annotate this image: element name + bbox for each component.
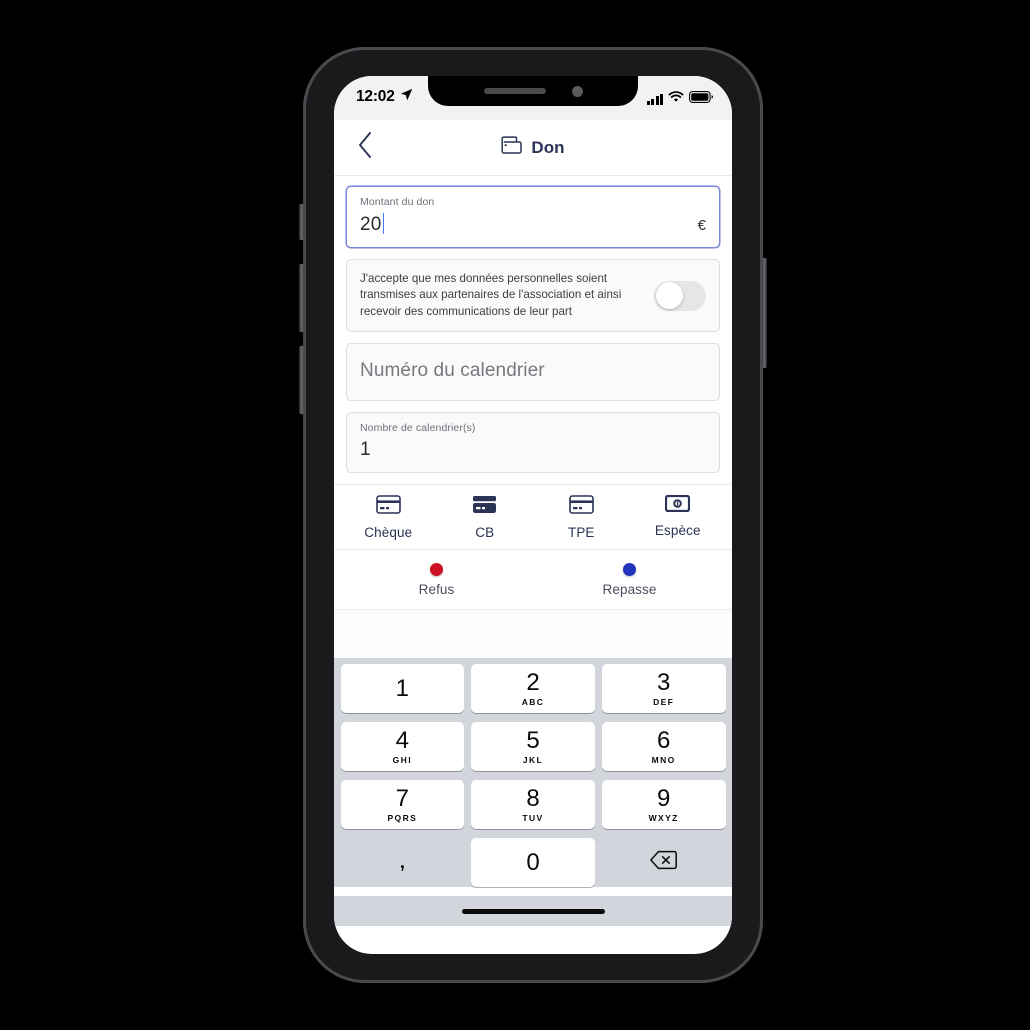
key-digit: 6 bbox=[657, 726, 671, 754]
credit-card-outline-icon bbox=[375, 495, 401, 519]
consent-text: J'accepte que mes données personnelles s… bbox=[360, 272, 622, 318]
power-button[interactable] bbox=[761, 258, 767, 368]
key-comma[interactable]: , bbox=[341, 838, 465, 887]
numeric-keypad: 1 2 ABC 3 DEF 4 GHI 5 JKL 6 MNO 7 PQRS 8… bbox=[334, 658, 732, 888]
amount-input-value: 20 bbox=[360, 214, 382, 235]
silent-switch-button[interactable] bbox=[299, 204, 305, 240]
volume-up-button[interactable] bbox=[299, 264, 305, 332]
chevron-left-icon bbox=[358, 132, 373, 163]
home-indicator-area bbox=[334, 896, 732, 927]
status-bar-right bbox=[646, 88, 715, 108]
key-2[interactable]: 2 ABC bbox=[471, 664, 595, 714]
volume-down-button[interactable] bbox=[299, 346, 305, 414]
action-refus[interactable]: Refus bbox=[340, 563, 533, 597]
key-letters: MNO bbox=[651, 754, 676, 765]
key-digit: 7 bbox=[395, 784, 410, 812]
key-4[interactable]: 4 GHI bbox=[340, 722, 465, 772]
credit-card-filled-icon bbox=[472, 495, 497, 519]
nav-bar: Don bbox=[334, 120, 732, 176]
nav-title-group: Don bbox=[501, 136, 565, 159]
key-1[interactable]: 1 bbox=[340, 664, 465, 714]
status-bar-left: 12:02 bbox=[356, 88, 413, 106]
key-letters: DEF bbox=[653, 696, 675, 707]
key-letters: JKL bbox=[522, 754, 544, 765]
home-indicator[interactable] bbox=[461, 908, 605, 914]
action-label: Refus bbox=[418, 582, 455, 598]
payment-method-row: Chèque CB TPE Espèce bbox=[334, 484, 732, 551]
key-digit: 0 bbox=[526, 848, 540, 876]
payment-method-label: CB bbox=[475, 525, 495, 541]
red-dot-icon bbox=[430, 563, 443, 577]
payment-method-cheque[interactable]: Chèque bbox=[340, 495, 437, 540]
notch bbox=[428, 76, 638, 106]
key-7[interactable]: 7 PQRS bbox=[340, 780, 465, 830]
payment-method-tpe[interactable]: TPE bbox=[533, 495, 630, 540]
currency-suffix: € bbox=[697, 217, 706, 234]
key-digit: 4 bbox=[395, 726, 410, 754]
calendar-count-field[interactable]: Nombre de calendrier(s) 1 bbox=[346, 412, 720, 474]
consent-toggle[interactable] bbox=[654, 280, 706, 311]
key-digit: 9 bbox=[657, 784, 671, 812]
calendar-count-label: Nombre de calendrier(s) bbox=[360, 422, 476, 435]
battery-icon bbox=[689, 90, 714, 108]
key-3[interactable]: 3 DEF bbox=[601, 664, 726, 714]
keypad-row: , 0 bbox=[337, 838, 729, 888]
front-camera bbox=[571, 85, 583, 97]
keypad-row: 7 PQRS 8 TUV 9 WXYZ bbox=[337, 780, 729, 830]
status-action-row: Refus Repasse bbox=[334, 550, 732, 611]
key-letters: PQRS bbox=[387, 812, 418, 823]
action-label: Repasse bbox=[602, 582, 657, 598]
earpiece-speaker bbox=[483, 88, 546, 94]
cellular-signal-icon bbox=[646, 93, 663, 105]
payment-method-label: Espèce bbox=[654, 523, 701, 539]
key-letters: GHI bbox=[392, 754, 412, 765]
keypad-row: 4 GHI 5 JKL 6 MNO bbox=[337, 722, 729, 772]
payment-method-cb[interactable]: CB bbox=[437, 495, 534, 540]
payment-method-espece[interactable]: Espèce bbox=[630, 495, 727, 540]
key-0[interactable]: 0 bbox=[471, 838, 595, 888]
payment-method-label: TPE bbox=[567, 525, 595, 541]
payment-method-label: Chèque bbox=[364, 525, 413, 541]
key-letters: ABC bbox=[521, 696, 545, 707]
key-digit: 5 bbox=[526, 726, 540, 754]
wallet-icon bbox=[501, 136, 523, 159]
consent-toggle-knob bbox=[655, 282, 683, 310]
back-button[interactable] bbox=[348, 131, 382, 165]
calendar-count-input[interactable]: 1 bbox=[360, 439, 706, 461]
key-delete[interactable] bbox=[602, 838, 726, 887]
action-repasse[interactable]: Repasse bbox=[533, 563, 726, 597]
key-9[interactable]: 9 WXYZ bbox=[601, 780, 726, 830]
key-6[interactable]: 6 MNO bbox=[601, 722, 726, 772]
keypad-row: 1 2 ABC 3 DEF bbox=[337, 664, 729, 714]
page-title: Don bbox=[531, 137, 565, 157]
location-arrow-icon bbox=[400, 88, 413, 106]
text-caret bbox=[382, 213, 385, 234]
donation-form: Montant du don 20 € J'accepte que mes do… bbox=[334, 176, 732, 474]
content-spacer bbox=[334, 610, 732, 659]
credit-card-outline-icon bbox=[568, 495, 594, 519]
amount-input[interactable]: 20 bbox=[360, 213, 385, 236]
consent-row[interactable]: J'accepte que mes données personnelles s… bbox=[346, 259, 720, 333]
amount-field[interactable]: Montant du don 20 € bbox=[346, 186, 720, 248]
phone-screen: 12:02 Don Montant du don 20 € J'accepte … bbox=[334, 76, 732, 954]
key-digit: 1 bbox=[395, 674, 410, 702]
backspace-delete-icon bbox=[650, 850, 678, 875]
amount-field-label: Montant du don bbox=[360, 196, 435, 208]
status-time: 12:02 bbox=[356, 88, 395, 105]
blue-dot-icon bbox=[623, 563, 636, 577]
key-comma-glyph: , bbox=[399, 852, 405, 873]
key-8[interactable]: 8 TUV bbox=[471, 780, 595, 830]
key-digit: 2 bbox=[526, 668, 540, 696]
wifi-icon bbox=[668, 90, 684, 108]
key-digit: 8 bbox=[526, 784, 540, 812]
key-5[interactable]: 5 JKL bbox=[471, 722, 595, 772]
key-letters: TUV bbox=[522, 812, 544, 823]
calendar-number-field[interactable]: Numéro du calendrier bbox=[346, 343, 720, 402]
key-letters: WXYZ bbox=[648, 812, 679, 823]
calendar-number-placeholder: Numéro du calendrier bbox=[360, 360, 545, 382]
banknote-icon bbox=[665, 495, 691, 517]
key-digit: 3 bbox=[657, 668, 671, 696]
